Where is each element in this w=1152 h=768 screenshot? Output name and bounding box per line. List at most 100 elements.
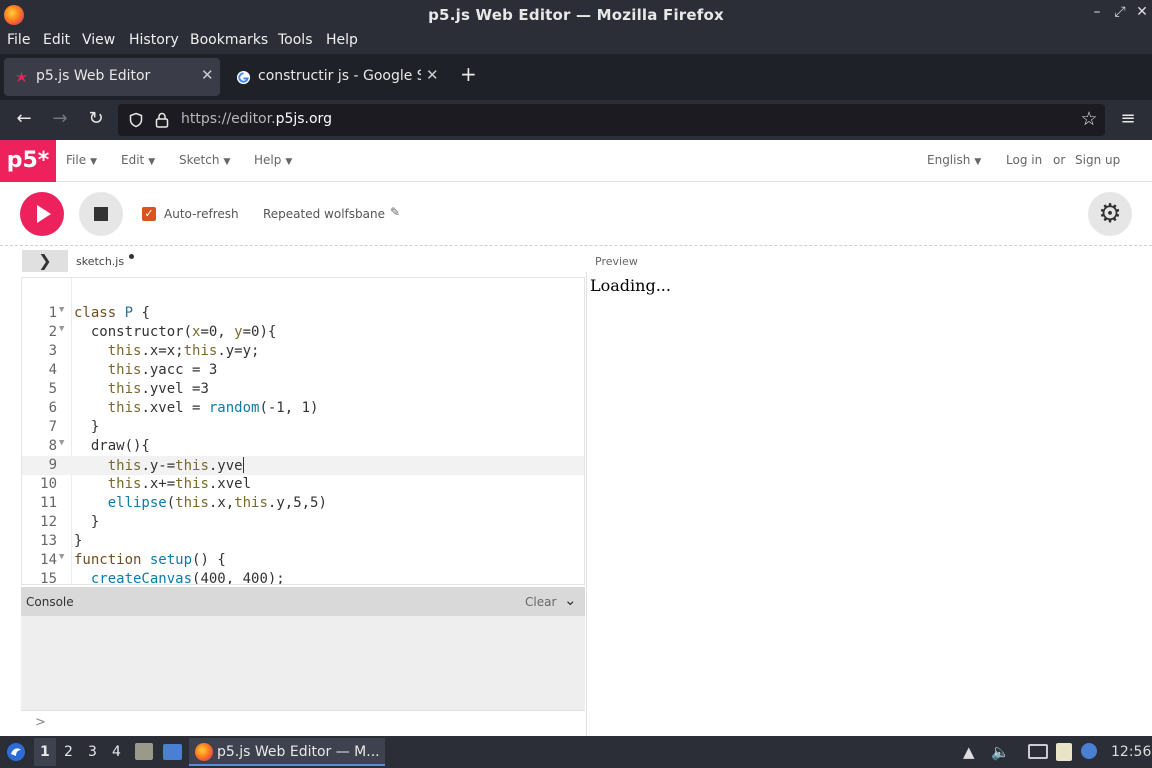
settings-gear-icon[interactable]: ⚙	[1088, 192, 1132, 236]
tab-label: constructir js - Google Se	[258, 68, 421, 84]
language-select[interactable]: English ▼	[927, 153, 981, 167]
file-tab-name[interactable]: sketch.js	[76, 255, 124, 268]
code-text: class P {	[74, 305, 150, 321]
play-button[interactable]	[20, 192, 64, 236]
fold-arrow-icon[interactable]: ▼	[59, 438, 64, 448]
code-editor[interactable]: 1 ▼ class P { 2 ▼ constructor(x=0, y=0){ 3 …	[21, 277, 585, 585]
p5-menu-sketch[interactable]: Sketch ▼	[179, 153, 230, 167]
workspace-3[interactable]: 3	[88, 744, 97, 760]
code-line[interactable]: 11 ellipse(this.x,this.y,5,5)	[22, 494, 584, 513]
p5-menu-edit[interactable]: Edit ▼	[121, 153, 155, 167]
sketch-name[interactable]: Repeated wolfsbane	[263, 207, 385, 221]
fold-arrow-icon[interactable]: ▼	[59, 324, 64, 334]
console-input[interactable]: >	[21, 710, 585, 736]
taskbar-window-firefox[interactable]: p5.js Web Editor — M...	[189, 738, 385, 766]
p5-logo[interactable]: p5*	[0, 140, 56, 182]
reload-icon[interactable]: ↻	[84, 108, 108, 129]
code-line[interactable]: 3 this.x=x;this.y=y;	[22, 342, 584, 361]
line-number: 15	[40, 571, 57, 585]
close-button[interactable]: ✕	[1132, 4, 1152, 20]
menu-help[interactable]: Help	[326, 32, 358, 48]
code-line-active[interactable]: 9 this.y-=this.yve	[22, 456, 584, 475]
bookmark-star-icon[interactable]: ☆	[1077, 108, 1101, 130]
code-text: }	[74, 514, 100, 530]
tab-google-search[interactable]: constructir js - Google Se ✕	[226, 58, 446, 96]
console-header: Console Clear ⌄	[21, 587, 585, 616]
line-number: 13	[40, 533, 57, 549]
p5-menu-file[interactable]: File ▼	[66, 153, 97, 167]
tab-close-icon[interactable]: ✕	[201, 66, 214, 84]
tab-close-icon[interactable]: ✕	[426, 66, 439, 84]
workspace-1[interactable]: 1	[40, 744, 50, 760]
lock-icon[interactable]	[154, 111, 170, 129]
code-line[interactable]: 2 ▼ constructor(x=0, y=0){	[22, 323, 584, 342]
start-menu-icon[interactable]	[6, 742, 26, 762]
code-line[interactable]: 12 }	[22, 513, 584, 532]
code-text: function setup() {	[74, 552, 226, 568]
fold-arrow-icon[interactable]: ▼	[59, 305, 64, 315]
shield-icon[interactable]	[128, 112, 144, 128]
code-line[interactable]: 13}	[22, 532, 584, 551]
console-output	[21, 616, 585, 710]
clipboard-icon[interactable]	[1056, 743, 1072, 761]
volume-icon[interactable]: 🔈	[991, 743, 1010, 761]
code-line[interactable]: 10 this.x+=this.xvel	[22, 475, 584, 494]
menu-history[interactable]: History	[129, 32, 179, 48]
auto-refresh-checkbox[interactable]: ✓	[142, 207, 156, 221]
menu-bookmarks[interactable]: Bookmarks	[190, 32, 268, 48]
new-tab-button[interactable]: +	[460, 62, 477, 86]
chevron-down-icon[interactable]: ⌄	[564, 591, 577, 609]
forward-arrow-icon[interactable]: →	[48, 108, 72, 129]
menu-file[interactable]: File	[7, 32, 30, 48]
maximize-button[interactable]: ⤢	[1110, 4, 1130, 20]
console-prompt-icon: >	[35, 715, 46, 730]
minimize-button[interactable]: –	[1087, 4, 1107, 20]
url-domain: p5js.org	[275, 111, 332, 127]
line-number: 5	[48, 381, 57, 397]
preview-pane	[586, 272, 1152, 736]
clock: 12:56	[1111, 744, 1152, 760]
battery-icon[interactable]: ▲	[963, 743, 975, 761]
line-number: 1	[48, 305, 57, 321]
p5-menu-label: Sketch	[179, 153, 220, 167]
caret-down-icon: ▼	[223, 157, 231, 167]
console-clear-button[interactable]: Clear	[525, 595, 556, 609]
workspace-2[interactable]: 2	[64, 744, 73, 760]
url-bar[interactable]: https://editor.p5js.org	[118, 104, 1105, 136]
signup-link[interactable]: Sign up	[1075, 153, 1120, 167]
firefox-icon	[195, 743, 213, 761]
code-line[interactable]: 1 ▼ class P {	[22, 304, 584, 323]
line-number: 2	[48, 324, 57, 340]
menu-view[interactable]: View	[82, 32, 115, 48]
desktop-icon[interactable]	[163, 744, 182, 760]
login-link[interactable]: Log in	[1006, 153, 1042, 167]
workspace-4[interactable]: 4	[112, 744, 121, 760]
stop-button[interactable]	[79, 192, 123, 236]
auto-refresh-label[interactable]: Auto-refresh	[164, 207, 239, 221]
p5-menu-help[interactable]: Help ▼	[254, 153, 292, 167]
sidebar-toggle-chevron-icon[interactable]: ❯	[22, 250, 68, 272]
code-text: constructor(x=0, y=0){	[74, 324, 277, 340]
notification-icon[interactable]	[1081, 743, 1097, 759]
code-text: this.y-=this.yve	[107, 457, 244, 474]
menu-edit[interactable]: Edit	[43, 32, 70, 48]
display-icon[interactable]	[1028, 744, 1048, 759]
code-line[interactable]: 4 this.yacc = 3	[22, 361, 584, 380]
code-line[interactable]: 14 ▼ function setup() {	[22, 551, 584, 570]
pencil-icon[interactable]: ✎	[390, 205, 400, 219]
code-line[interactable]: 7 }	[22, 418, 584, 437]
code-line[interactable]: 5 this.yvel =3	[22, 380, 584, 399]
fold-arrow-icon[interactable]: ▼	[59, 552, 64, 562]
code-line[interactable]: 6 this.xvel = random(-1, 1)	[22, 399, 584, 418]
hamburger-menu-icon[interactable]: ≡	[1116, 108, 1140, 129]
back-arrow-icon[interactable]: ←	[12, 108, 36, 129]
menu-tools[interactable]: Tools	[278, 32, 313, 48]
caret-down-icon: ▼	[285, 157, 293, 167]
code-line[interactable]: 15 createCanvas(400, 400);	[22, 570, 584, 585]
line-number: 10	[40, 476, 57, 492]
code-line[interactable]: 8 ▼ draw(){	[22, 437, 584, 456]
tab-strip: p5.js Web Editor ✕ constructir js - Goog…	[0, 54, 1152, 100]
url-prefix: https://editor.	[181, 111, 276, 127]
file-manager-icon[interactable]	[135, 743, 153, 760]
tab-p5-editor[interactable]: p5.js Web Editor ✕	[4, 58, 220, 96]
